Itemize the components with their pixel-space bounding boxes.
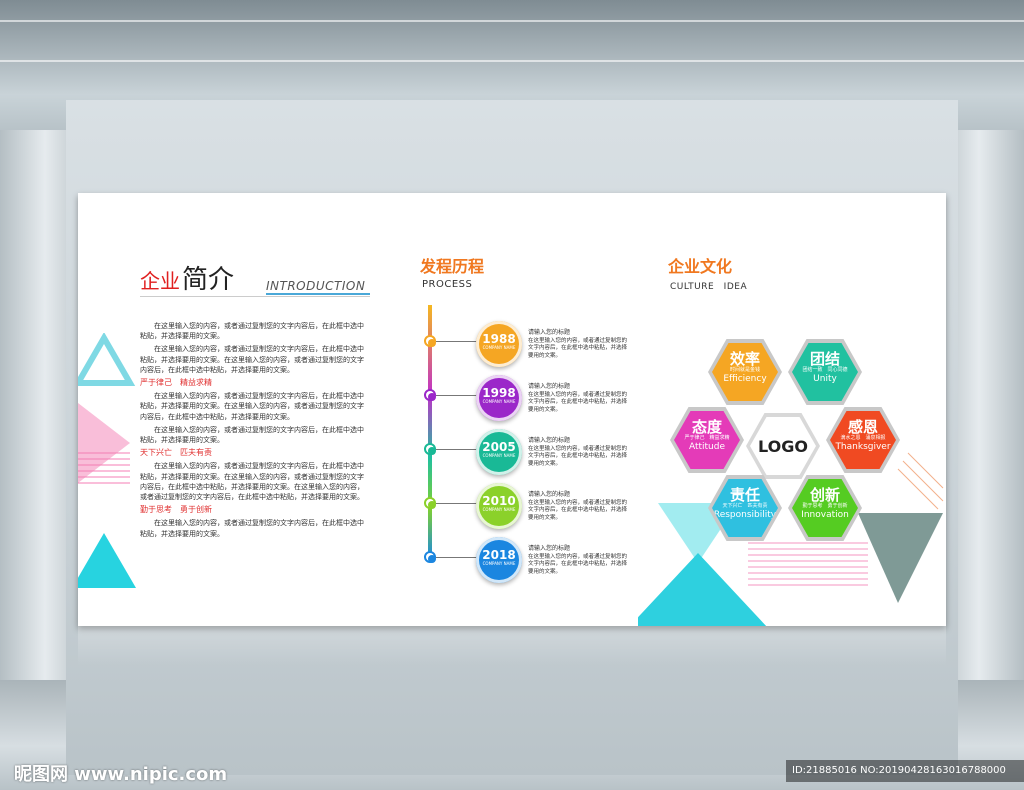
year-badge: 2010 COMPANY NAME: [476, 483, 522, 529]
hex-slogan: 团结一致 同心同德: [802, 367, 848, 373]
hex-title: 责任: [729, 486, 760, 504]
culture-hex-2: 团结 团结一致 同心同德 Unity: [788, 339, 862, 405]
company-name: COMPANY NAME: [482, 453, 516, 458]
hex-english: Attitude: [688, 442, 726, 452]
motto-1: 严于律己 精益求精: [140, 378, 212, 388]
timeline-heading: 请输入您的标题: [528, 329, 571, 336]
company-name: COMPANY NAME: [482, 399, 516, 404]
year-label: 1988: [482, 332, 516, 346]
intro-paragraph: 在这里输入您的内容，或者通过复制您的文字内容后，在此框中选中粘贴，并选择要用的文…: [140, 345, 364, 374]
timeline-connector: [436, 449, 478, 450]
intro-paragraph: 在这里输入您的内容，或者通过复制您的文字内容后，在此框中选中粘贴，并选择要用的文…: [140, 519, 364, 538]
timeline-text: 请输入您的标题 在这里输入您的内容，或者通过复制您的文字内容后，在此框中选中粘贴，…: [528, 383, 628, 414]
intro-title-cn-2: 简介: [182, 265, 235, 295]
culture-hex-1: 效率 时间就是金钱 Efficiency: [708, 339, 782, 405]
intro-underline: [140, 296, 370, 297]
year-label: 2010: [482, 494, 516, 508]
year-label: 2018: [482, 548, 516, 562]
timeline-node: [424, 443, 436, 455]
ceiling-light: [0, 60, 1024, 62]
hex-english: Innovation: [801, 510, 849, 520]
timeline-heading: 请输入您的标题: [528, 437, 571, 444]
timeline-heading: 请输入您的标题: [528, 383, 571, 390]
timeline-connector: [436, 341, 478, 342]
company-name: COMPANY NAME: [482, 561, 516, 566]
year-badge: 2005 COMPANY NAME: [476, 429, 522, 475]
culture-subtitle: CULTURE IDEA: [670, 282, 748, 292]
timeline-connector: [436, 395, 478, 396]
hex-slogan: 勤于思考 勇于创新: [802, 503, 848, 509]
intro-paragraph: 在这里输入您的内容，或者通过复制您的文字内容后，在此框中选中粘贴，并选择要用的文…: [140, 392, 364, 421]
timeline-text: 请输入您的标题 在这里输入您的内容，或者通过复制您的文字内容后，在此框中选中粘贴，…: [528, 545, 628, 576]
intro-title-en: INTRODUCTION: [266, 279, 366, 293]
timeline-text: 请输入您的标题 在这里输入您的内容，或者通过复制您的文字内容后，在此框中选中粘贴，…: [528, 437, 628, 468]
timeline-node: [424, 497, 436, 509]
watermark-left: 昵图网 www.nipic.com: [14, 764, 228, 785]
hex-slogan: 时间就是金钱: [729, 367, 760, 373]
timeline-body: 在这里输入您的内容，或者通过复制您的文字内容后，在此框中选中粘贴，并选择要用的文…: [528, 391, 628, 413]
timeline-body: 在这里输入您的内容，或者通过复制您的文字内容后，在此框中选中粘贴，并选择要用的文…: [528, 553, 628, 575]
culture-title: 企业文化: [668, 257, 733, 276]
ceiling-light: [0, 20, 1024, 22]
timeline-body: 在这里输入您的内容，或者通过复制您的文字内容后，在此框中选中粘贴，并选择要用的文…: [528, 337, 628, 359]
hex-slogan: 滴水之恩 涌泉相报: [840, 435, 886, 441]
timeline-node: [424, 335, 436, 347]
hex-slogan: 严于律己 精益求精: [684, 435, 730, 441]
timeline-text: 请输入您的标题 在这里输入您的内容，或者通过复制您的文字内容后，在此框中选中粘贴，…: [528, 491, 628, 522]
year-badge: 2018 COMPANY NAME: [476, 537, 522, 583]
logo-text: LOGO: [758, 437, 808, 456]
intro-title: 企业简介: [140, 259, 234, 296]
hex-title: 团结: [809, 350, 840, 368]
timeline-body: 在这里输入您的内容，或者通过复制您的文字内容后，在此框中选中粘贴，并选择要用的文…: [528, 499, 628, 521]
company-name: COMPANY NAME: [482, 507, 516, 512]
timeline-connector: [436, 557, 478, 558]
year-badge: 1998 COMPANY NAME: [476, 375, 522, 421]
hex-slogan: 天下兴亡 匹夫有责: [722, 503, 768, 509]
intro-underline-accent: [266, 293, 370, 295]
display-board: 企业简介 INTRODUCTION 在这里输入您的内容，或者通过复制您的文字内容…: [78, 193, 946, 626]
company-name: COMPANY NAME: [482, 345, 516, 350]
intro-body: 在这里输入您的内容，或者通过复制您的文字内容后，在此框中选中粘贴，并选择要用的文…: [140, 321, 368, 542]
process-subtitle: PROCESS: [422, 279, 473, 290]
hex-english: Responsibility: [713, 510, 777, 520]
timeline-body: 在这里输入您的内容，或者通过复制您的文字内容后，在此框中选中粘贴，并选择要用的文…: [528, 445, 628, 467]
hex-title: 创新: [809, 486, 840, 504]
intro-paragraph: 在这里输入您的内容，或者通过复制您的文字内容后，在此框中选中粘贴，并选择要用的文…: [140, 425, 364, 445]
intro-title-cn-1: 企业: [140, 269, 180, 293]
watermark-right: ID:21885016 NO:20190428163016788000: [786, 760, 1024, 782]
year-label: 1998: [482, 386, 516, 400]
timeline-node: [424, 551, 436, 563]
hex-english: Efficiency: [723, 374, 767, 384]
year-label: 2005: [482, 440, 516, 454]
intro-paragraph: 在这里输入您的内容，或者通过复制您的文字内容后，在此框中选中粘贴，并选择要用的文…: [140, 322, 364, 341]
hex-english: Unity: [813, 374, 837, 384]
hex-title: 感恩: [847, 418, 878, 436]
timeline-text: 请输入您的标题 在这里输入您的内容，或者通过复制您的文字内容后，在此框中选中粘贴，…: [528, 329, 628, 360]
timeline-heading: 请输入您的标题: [528, 545, 571, 552]
hex-english: Thanksgiver: [835, 442, 891, 452]
hex-title: 态度: [691, 418, 722, 436]
hex-title: 效率: [729, 350, 760, 368]
decor-left-shapes: [78, 333, 136, 588]
timeline-connector: [436, 503, 478, 504]
motto-2: 天下兴亡 匹夫有责: [140, 448, 212, 458]
timeline-heading: 请输入您的标题: [528, 491, 571, 498]
motto-3: 勤于思考 勇于创新: [140, 505, 212, 515]
timeline-node: [424, 389, 436, 401]
year-badge: 1988 COMPANY NAME: [476, 321, 522, 367]
intro-paragraph: 在这里输入您的内容，或者通过复制您的文字内容后，在此框中选中粘贴，并选择要用的文…: [140, 462, 364, 502]
board-reflection: [78, 626, 946, 666]
process-title: 发程历程: [420, 257, 485, 276]
